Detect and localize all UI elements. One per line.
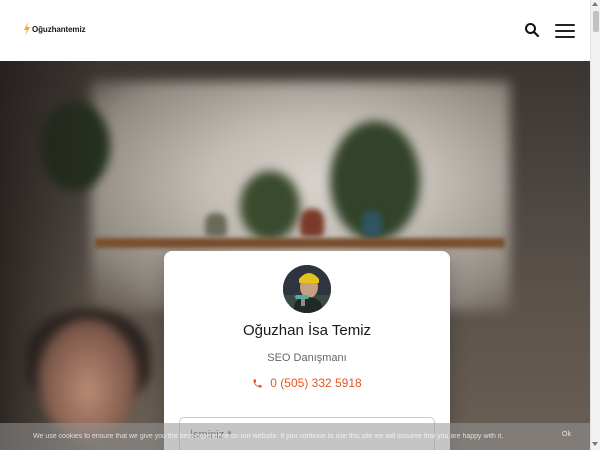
- menu-bar: [555, 36, 575, 38]
- menu-bar: [555, 24, 575, 26]
- avatar: [283, 265, 331, 313]
- logo-text: Oğuzhantemiz: [32, 24, 86, 34]
- background-pot: [205, 213, 227, 237]
- page-scrollbar[interactable]: [590, 0, 600, 450]
- cookie-accept-button[interactable]: Ok: [562, 431, 571, 438]
- site-logo[interactable]: Oğuzhantemiz: [23, 22, 86, 36]
- profile-card: Oğuzhan İsa Temiz SEO Danışmanı 0 (505) …: [164, 251, 450, 450]
- avatar-photo: [283, 265, 331, 313]
- scroll-thumb[interactable]: [593, 11, 599, 32]
- profile-role: SEO Danışmanı: [267, 352, 347, 364]
- phone-link[interactable]: 0 (505) 332 5918: [164, 376, 450, 390]
- background-person-face: [38, 319, 138, 439]
- background-plant: [240, 171, 300, 241]
- cookie-consent-text: We use cookies to ensure that we give yo…: [33, 433, 504, 440]
- cookie-consent-bar: We use cookies to ensure that we give yo…: [0, 423, 590, 450]
- site-header: Oğuzhantemiz: [0, 0, 590, 61]
- background-pot: [300, 209, 324, 237]
- scroll-down-arrow-icon[interactable]: [592, 442, 598, 446]
- hamburger-menu-button[interactable]: [555, 24, 575, 38]
- scroll-up-arrow-icon[interactable]: [592, 2, 598, 6]
- profile-name: Oğuzhan İsa Temiz: [242, 322, 372, 339]
- background-pot: [362, 211, 382, 237]
- search-button[interactable]: [524, 22, 540, 38]
- background-shelf: [95, 238, 505, 248]
- menu-bar: [555, 30, 575, 32]
- lightning-logo-icon: [24, 22, 30, 36]
- phone-number: 0 (505) 332 5918: [270, 376, 362, 390]
- phone-icon: [253, 378, 262, 388]
- search-icon: [525, 23, 540, 38]
